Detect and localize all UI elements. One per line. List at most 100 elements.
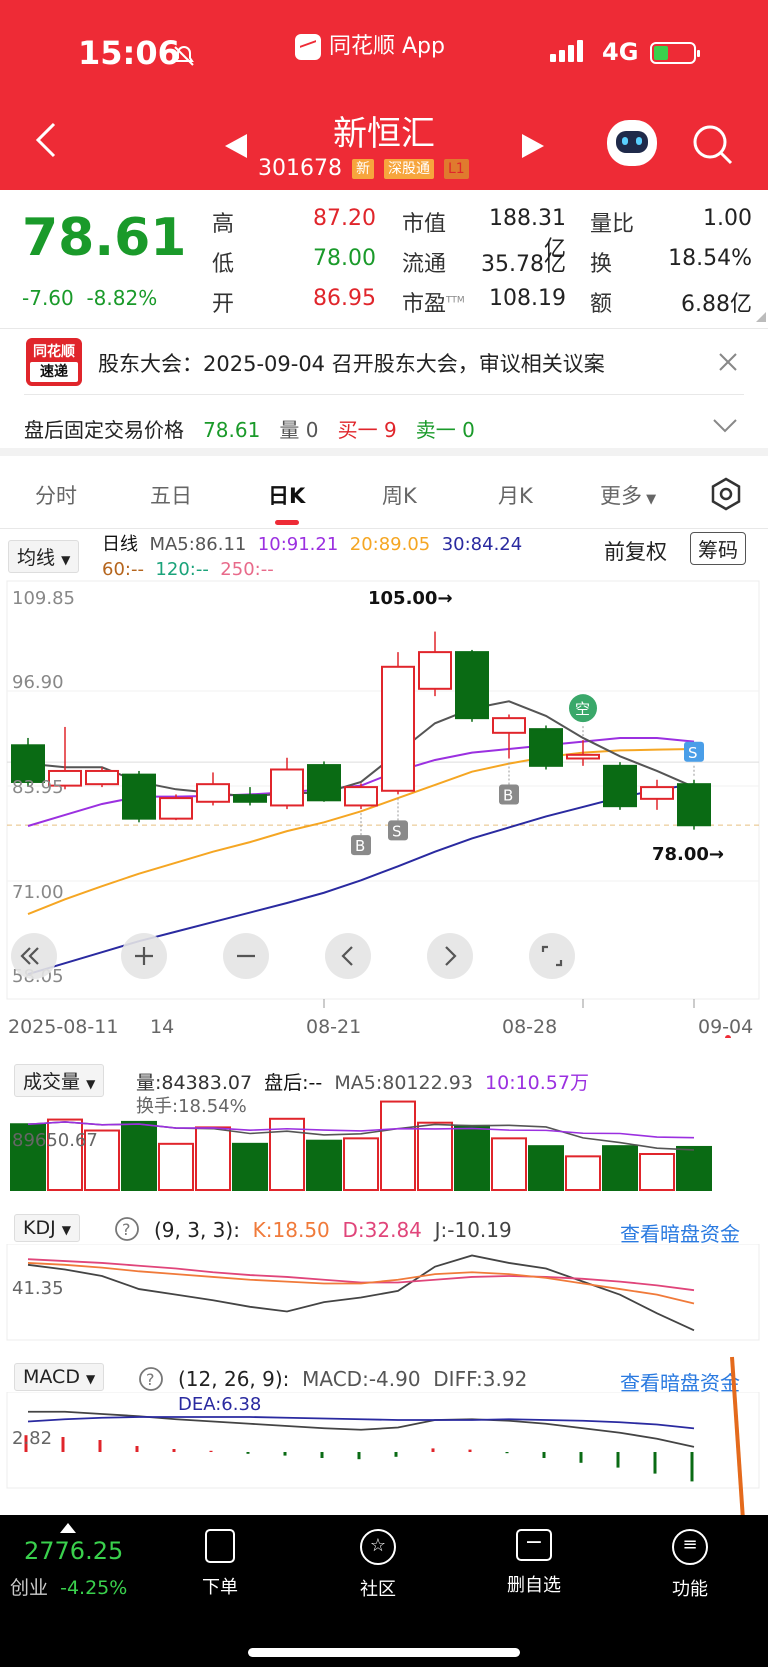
chip-button[interactable]: 筹码 [690, 532, 746, 565]
close-icon[interactable] [718, 352, 738, 372]
next-stock-icon[interactable] [522, 134, 544, 158]
nav-functions[interactable]: ≡ 功能 [650, 1525, 730, 1601]
candle-body [418, 651, 452, 690]
y-tick-3: 83.95 [12, 777, 64, 798]
value-amount: 6.88亿 [681, 292, 752, 317]
volume-bar [121, 1120, 157, 1192]
caret-down-icon: ▼ [642, 492, 657, 507]
index-name-change[interactable]: 创业 -4.25% [10, 1573, 127, 1600]
volume-bar [565, 1155, 601, 1191]
collapse-icon[interactable] [11, 933, 57, 979]
candle-body [381, 665, 415, 792]
candle-body [344, 786, 378, 807]
control-circle [11, 933, 57, 979]
macd-dropdown[interactable]: MACD ▼ [14, 1363, 105, 1391]
volume-bar [343, 1137, 379, 1191]
marker-label: B [355, 837, 365, 855]
dea-label: DEA:6.38 [178, 1394, 261, 1415]
menu-circle-icon: ≡ [672, 1529, 708, 1565]
help-icon[interactable]: ? [114, 1216, 140, 1242]
label-pe: 市盈TTM [402, 292, 465, 317]
robot-assistant-icon[interactable] [607, 120, 657, 166]
fullscreen-icon[interactable] [529, 933, 575, 979]
candle-body [122, 773, 156, 820]
nav-remove-watchlist[interactable]: − 删自选 [494, 1525, 574, 1597]
volume-bar [602, 1145, 638, 1191]
high-annotation: 105.00→ [368, 588, 453, 609]
tab-more[interactable]: 更多 ▼ [600, 480, 656, 510]
candle-body [233, 794, 267, 803]
star-badge-icon: ☆ [360, 1529, 396, 1565]
settings-hexagon-icon[interactable] [708, 476, 744, 512]
scroll-right-icon[interactable] [427, 933, 473, 979]
candle-body [85, 769, 119, 786]
macd-frame [6, 1392, 760, 1489]
ma-dropdown[interactable]: 均线 ▼ [8, 540, 80, 573]
marker-label: S [392, 822, 402, 840]
y-tick-1: 109.85 [12, 588, 75, 609]
tab-monthly-k[interactable]: 月K [498, 480, 533, 510]
candle-body [159, 797, 193, 820]
volume-bar [380, 1100, 416, 1192]
label-volratio: 量比 [590, 212, 635, 237]
adjust-mode[interactable]: 前复权 [604, 536, 667, 566]
x-label-1: 14 [150, 1016, 174, 1038]
tag-l1: L1 [443, 159, 469, 179]
caret-down-icon: ▼ [86, 1077, 96, 1091]
search-icon[interactable] [692, 124, 734, 166]
tab-intraday[interactable]: 分时 [35, 480, 77, 510]
caret-down-icon: ▼ [86, 1372, 96, 1386]
tab-indicator [275, 520, 299, 525]
index-value[interactable]: 2776.25 [24, 1537, 123, 1565]
value-turnover: 18.54% [668, 246, 752, 271]
candle-body [640, 786, 674, 800]
dark-pool-link-1[interactable]: 查看暗盘资金 [620, 1218, 740, 1247]
label-float: 流通 [402, 252, 447, 277]
ma-values: 日线 MA5:86.11 10:91.21 20:89.05 30:84.24 … [102, 534, 523, 580]
status-time: 15:06 [78, 34, 180, 72]
app-badge[interactable]: 同花顺 App [295, 28, 445, 60]
x-label-4: 09-04 [698, 1016, 753, 1038]
macd-chart[interactable]: DEA:6.38 2.82 [0, 1392, 768, 1492]
volume-bar [417, 1121, 453, 1191]
tab-5day[interactable]: 五日 [150, 480, 192, 510]
macd-axis-label: 2.82 [12, 1428, 52, 1449]
bottom-bar: 2776.25 创业 -4.25% 下单 ☆ 社区 − 删自选 ≡ 功能 [0, 1515, 768, 1667]
nav-order[interactable]: 下单 [180, 1525, 260, 1599]
kdj-chart[interactable]: 41.35 [0, 1244, 768, 1344]
stock-code-line: 301678 新 深股通 L1 [258, 156, 469, 181]
tab-weekly-k[interactable]: 周K [382, 480, 417, 510]
value-pe: 108.19 [489, 286, 566, 311]
label-amount: 额 [590, 292, 613, 317]
scroll-left-icon[interactable] [325, 933, 371, 979]
price-change: -7.60 -8.82% [22, 286, 158, 310]
minus-box-icon: − [516, 1529, 552, 1561]
help-icon[interactable]: ? [138, 1366, 164, 1392]
candle-body [270, 768, 304, 807]
zoom-out-icon[interactable] [223, 933, 269, 979]
kline-chart[interactable]: 109.85 96.90 83.95 71.00 58.05 105.00→ 7… [0, 578, 768, 1038]
candle-body [603, 764, 637, 808]
candle-body [492, 717, 526, 734]
notice-text[interactable]: 股东大会：2025-09-04 召开股东大会，审议相关议案 [98, 348, 605, 378]
expand-corner-icon[interactable] [756, 312, 766, 322]
tab-daily-k[interactable]: 日K [268, 480, 305, 510]
x-label-2: 08-21 [306, 1016, 361, 1038]
signal-icon [550, 40, 586, 62]
volume-chart[interactable]: 换手:18.54% 89650.67 [0, 1090, 768, 1192]
svg-text:?: ? [146, 1370, 155, 1389]
after-hours-line: 盘后固定交易价格 78.61 量 0 买一 9 卖一 0 [24, 418, 475, 442]
volume-bar [158, 1142, 194, 1191]
volume-bar [454, 1124, 490, 1191]
tag-new: 新 [351, 159, 374, 179]
zoom-in-icon[interactable] [121, 933, 167, 979]
nav-community[interactable]: ☆ 社区 [338, 1525, 418, 1601]
candle-body [677, 783, 711, 827]
last-price: 78.61 [22, 208, 187, 268]
triangle-up-icon [60, 1523, 76, 1533]
mute-bell-icon [174, 45, 194, 66]
chevron-down-icon[interactable] [712, 418, 738, 434]
caret-down-icon: ▼ [61, 553, 71, 567]
document-icon [205, 1529, 235, 1563]
kdj-dropdown[interactable]: KDJ ▼ [14, 1214, 80, 1242]
